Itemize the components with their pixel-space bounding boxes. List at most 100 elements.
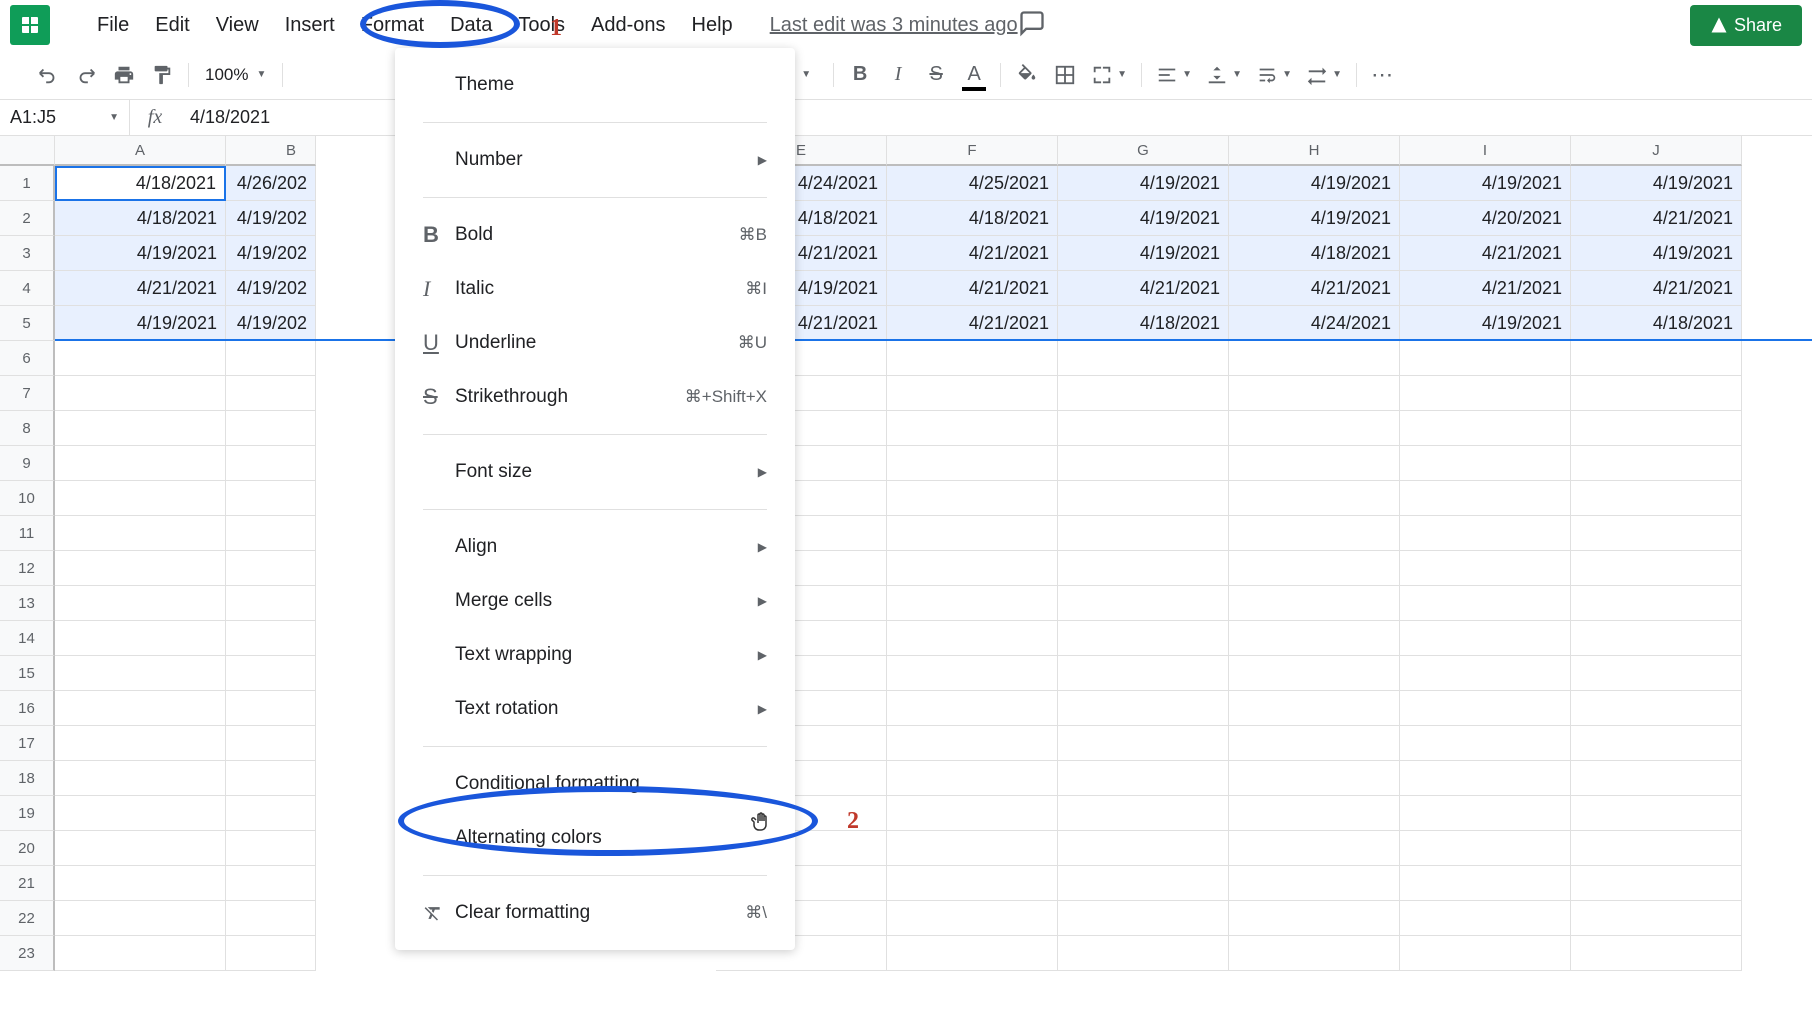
share-button[interactable]: Share — [1690, 5, 1802, 46]
cell[interactable]: 4/19/2021 — [1400, 306, 1571, 341]
cell[interactable] — [1571, 726, 1742, 761]
cell[interactable] — [226, 551, 316, 586]
cell[interactable] — [1058, 516, 1229, 551]
cell[interactable]: 4/18/2021 — [1229, 236, 1400, 271]
cell[interactable] — [887, 586, 1058, 621]
cell[interactable] — [1058, 726, 1229, 761]
cell[interactable] — [1571, 621, 1742, 656]
cell[interactable] — [887, 866, 1058, 901]
cell[interactable]: 4/21/2021 — [1229, 271, 1400, 306]
cell[interactable] — [1229, 726, 1400, 761]
cell[interactable] — [1058, 936, 1229, 971]
cell[interactable] — [1058, 376, 1229, 411]
cell[interactable] — [1571, 796, 1742, 831]
cell[interactable] — [1400, 796, 1571, 831]
cell[interactable] — [1229, 551, 1400, 586]
cell[interactable] — [1058, 866, 1229, 901]
text-rotation-button[interactable]: ▼ — [1300, 57, 1348, 93]
cell[interactable]: 4/18/2021 — [1058, 306, 1229, 341]
cell[interactable] — [1058, 901, 1229, 936]
cell[interactable] — [226, 621, 316, 656]
cell[interactable] — [226, 796, 316, 831]
cell[interactable] — [1400, 656, 1571, 691]
menu-font-size[interactable]: Font size▶ — [395, 445, 795, 499]
cell[interactable] — [1058, 831, 1229, 866]
cell[interactable] — [1571, 586, 1742, 621]
cell[interactable] — [55, 831, 226, 866]
cell[interactable] — [887, 831, 1058, 866]
menu-view[interactable]: View — [204, 8, 271, 43]
col-header-h[interactable]: H — [1229, 136, 1400, 166]
cell[interactable] — [1058, 621, 1229, 656]
cell[interactable]: 4/21/2021 — [55, 271, 226, 306]
cell[interactable] — [1571, 516, 1742, 551]
row-header-9[interactable]: 9 — [0, 446, 55, 481]
more-button[interactable]: ⋯ — [1365, 57, 1401, 93]
cell[interactable] — [226, 761, 316, 796]
cell[interactable] — [226, 656, 316, 691]
row-header-10[interactable]: 10 — [0, 481, 55, 516]
cell[interactable]: 4/19/202 — [226, 236, 316, 271]
cell[interactable] — [887, 901, 1058, 936]
col-header-f[interactable]: F — [887, 136, 1058, 166]
cell[interactable] — [887, 411, 1058, 446]
menu-edit[interactable]: Edit — [143, 8, 201, 43]
row-header-13[interactable]: 13 — [0, 586, 55, 621]
cell[interactable] — [1229, 761, 1400, 796]
menu-tools[interactable]: Tools — [506, 8, 577, 43]
redo-button[interactable] — [68, 57, 104, 93]
cell[interactable] — [55, 936, 226, 971]
cell[interactable] — [55, 656, 226, 691]
menu-alternating-colors[interactable]: Alternating colors — [395, 811, 795, 865]
row-header-17[interactable]: 17 — [0, 726, 55, 761]
menu-conditional-formatting[interactable]: Conditional formatting — [395, 757, 795, 811]
cell[interactable] — [1400, 761, 1571, 796]
cell[interactable]: 4/18/2021 — [55, 201, 226, 236]
cell[interactable] — [887, 516, 1058, 551]
cell[interactable] — [226, 726, 316, 761]
menu-number[interactable]: Number▶ — [395, 133, 795, 187]
row-header-18[interactable]: 18 — [0, 761, 55, 796]
sheets-logo-icon[interactable] — [10, 5, 50, 45]
menu-help[interactable]: Help — [680, 8, 745, 43]
row-header-11[interactable]: 11 — [0, 516, 55, 551]
cell[interactable] — [1571, 761, 1742, 796]
bold-button[interactable]: B — [842, 57, 878, 93]
cell[interactable] — [1571, 551, 1742, 586]
cell[interactable] — [55, 411, 226, 446]
cell[interactable]: 4/19/2021 — [1058, 201, 1229, 236]
cell[interactable] — [1058, 796, 1229, 831]
row-header-2[interactable]: 2 — [0, 201, 55, 236]
cell[interactable] — [1400, 901, 1571, 936]
cell[interactable] — [1229, 481, 1400, 516]
cell[interactable]: 4/20/2021 — [1400, 201, 1571, 236]
cell[interactable] — [1400, 691, 1571, 726]
cell[interactable] — [887, 446, 1058, 481]
row-header-5[interactable]: 5 — [0, 306, 55, 341]
cell[interactable] — [55, 866, 226, 901]
menu-bold[interactable]: BBold⌘B — [395, 208, 795, 262]
row-header-4[interactable]: 4 — [0, 271, 55, 306]
cell[interactable] — [226, 691, 316, 726]
row-header-22[interactable]: 22 — [0, 901, 55, 936]
cell[interactable] — [1400, 341, 1571, 376]
last-edit-link[interactable]: Last edit was 3 minutes ago — [770, 14, 1018, 37]
cell[interactable] — [1058, 656, 1229, 691]
cell[interactable]: 4/18/2021 — [55, 166, 226, 201]
cell[interactable] — [1229, 831, 1400, 866]
cell[interactable] — [1400, 621, 1571, 656]
font-color-button[interactable]: A — [956, 57, 992, 93]
cell[interactable] — [55, 586, 226, 621]
cell[interactable] — [887, 376, 1058, 411]
cell[interactable]: 4/19/2021 — [1229, 166, 1400, 201]
menu-format[interactable]: Format — [349, 8, 436, 43]
cell[interactable] — [226, 376, 316, 411]
cell[interactable] — [1229, 901, 1400, 936]
cell[interactable] — [226, 411, 316, 446]
cell[interactable] — [1229, 691, 1400, 726]
cell[interactable] — [226, 866, 316, 901]
cell[interactable] — [1058, 761, 1229, 796]
cell[interactable] — [55, 761, 226, 796]
paint-format-button[interactable] — [144, 57, 180, 93]
row-header-6[interactable]: 6 — [0, 341, 55, 376]
